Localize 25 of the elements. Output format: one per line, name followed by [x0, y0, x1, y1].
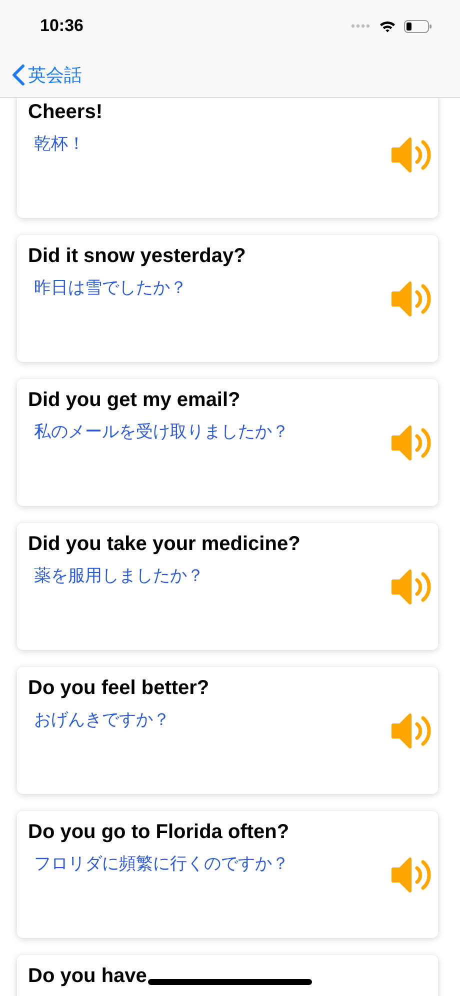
- english-phrase: Cheers!: [28, 100, 102, 125]
- back-button[interactable]: 英会話: [12, 62, 82, 88]
- japanese-translation: 薬を服用しましたか？: [34, 565, 205, 588]
- japanese-translation: フロリダに頻繁に行くのですか？: [34, 853, 290, 876]
- speaker-icon[interactable]: [391, 280, 432, 318]
- signal-icon: [351, 24, 371, 28]
- wifi-icon: [379, 20, 396, 32]
- battery-icon: [404, 20, 432, 32]
- back-chevron-icon[interactable]: [12, 64, 25, 86]
- speaker-icon[interactable]: [391, 856, 432, 894]
- status-time: 10:36: [40, 15, 84, 38]
- speaker-icon[interactable]: [391, 568, 432, 606]
- english-phrase: Did it snow yesterday?: [28, 244, 246, 269]
- english-phrase: Did you take your medicine?: [28, 532, 300, 557]
- japanese-translation: 乾杯！: [34, 133, 86, 156]
- english-phrase: Do you feel better?: [28, 676, 210, 701]
- english-phrase: Do you go to Florida often?: [28, 820, 290, 845]
- english-phrase: Do you have: [28, 964, 147, 989]
- japanese-translation: おげんきですか？: [34, 709, 171, 732]
- speaker-icon[interactable]: [391, 136, 432, 174]
- speaker-icon[interactable]: [391, 424, 432, 462]
- speaker-icon[interactable]: [391, 712, 432, 750]
- japanese-translation: 昨日は雪でしたか？: [34, 277, 188, 300]
- english-phrase: Did you get my email?: [28, 388, 240, 413]
- japanese-translation: 私のメールを受け取りましたか？: [34, 421, 290, 444]
